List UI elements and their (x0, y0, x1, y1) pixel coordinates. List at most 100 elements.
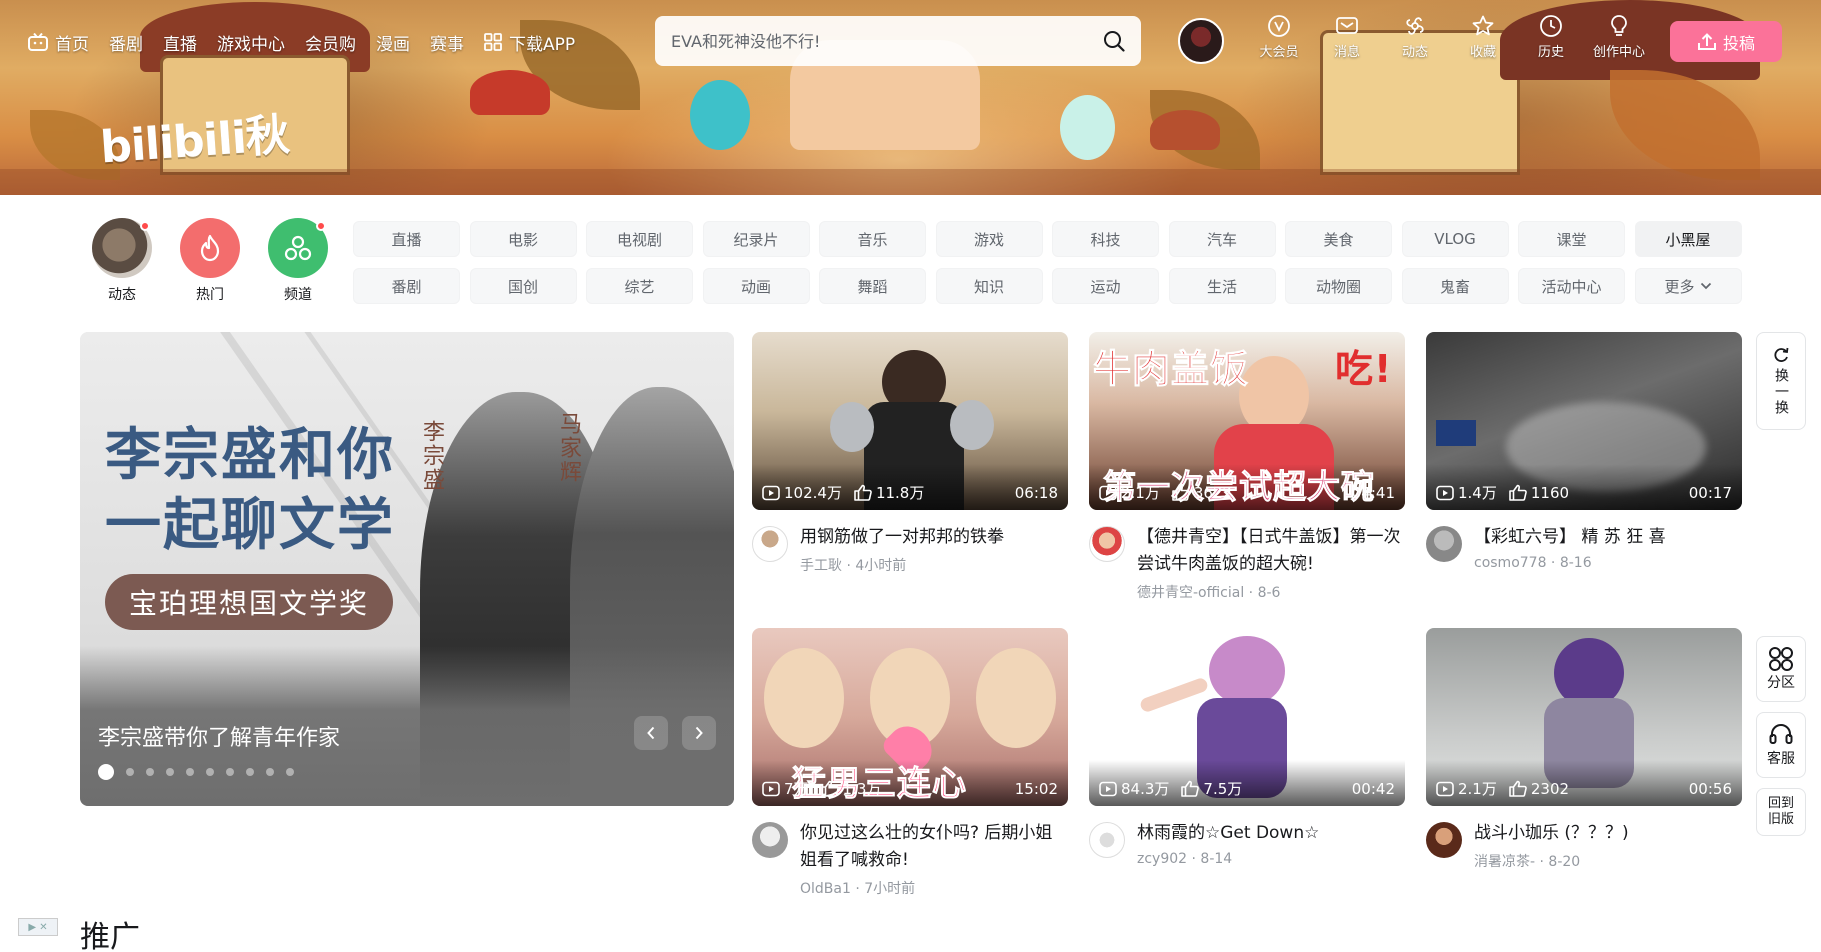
nav-item-mall[interactable]: 会员购 (305, 30, 356, 55)
quick-link-dynamic[interactable]: 动态 (78, 218, 166, 304)
like-count: 7.5万 (1181, 778, 1242, 799)
thumb-up-icon (1509, 780, 1527, 797)
video-meta[interactable]: OldBa1 · 7小时前 (800, 878, 1068, 898)
channel-vlog[interactable]: VLOG (1401, 221, 1509, 257)
carousel-dot[interactable] (126, 768, 134, 776)
carousel-dot[interactable] (98, 764, 114, 780)
nav-label: 番剧 (109, 34, 143, 55)
channel-tv[interactable]: 电视剧 (586, 221, 693, 257)
carousel-dot[interactable] (246, 768, 254, 776)
favorites-button[interactable]: 收藏 (1449, 14, 1517, 60)
channel-blackroom[interactable]: 小黑屋 (1634, 221, 1742, 257)
video-meta[interactable]: zcy902 · 8-14 (1137, 851, 1405, 867)
carousel-prev-button[interactable] (634, 716, 668, 750)
video-title[interactable]: 【德井青空】【日式牛盖饭】第一次尝试牛肉盖饭的超大碗! (1137, 524, 1405, 578)
play-count-icon (1099, 781, 1117, 796)
channel-food[interactable]: 美食 (1285, 221, 1392, 257)
video-thumbnail[interactable]: 1.4万 1160 00:17 (1426, 332, 1742, 510)
channel-movie[interactable]: 电影 (469, 221, 577, 257)
nav-item-anime[interactable]: 番剧 (109, 30, 143, 55)
channel-animals[interactable]: 动物圈 (1285, 268, 1392, 304)
uploader-avatar[interactable] (1426, 526, 1462, 562)
channel-more-dropdown[interactable]: 更多 (1634, 268, 1742, 304)
nav-item-live[interactable]: 直播 (163, 30, 197, 55)
channel-life[interactable]: 生活 (1168, 268, 1276, 304)
carousel-dot[interactable] (166, 768, 174, 776)
message-icon (1336, 17, 1358, 34)
quick-link-channel[interactable]: 频道 (254, 218, 342, 304)
customer-service-button[interactable]: 客服 (1756, 712, 1806, 778)
carousel-caption[interactable]: 李宗盛带你了解青年作家 (98, 720, 340, 752)
carousel-dot[interactable] (186, 768, 194, 776)
uploader-avatar[interactable] (752, 822, 788, 858)
channel-documentary[interactable]: 纪录片 (702, 221, 810, 257)
nav-item-game-center[interactable]: 游戏中心 (217, 30, 285, 55)
message-button[interactable]: 消息 (1313, 14, 1381, 60)
video-thumbnail[interactable]: 2.1万 2302 00:56 (1426, 628, 1742, 806)
video-title[interactable]: 林雨霞的☆Get Down☆ (1137, 820, 1405, 847)
video-title[interactable]: 【彩虹六号】 精 苏 狂 喜 (1474, 524, 1742, 551)
refresh-button[interactable]: 换一换 (1756, 332, 1806, 430)
old-version-button[interactable]: 回到旧版 (1756, 788, 1806, 836)
channel-class[interactable]: 课堂 (1518, 221, 1625, 257)
dynamic-icon (1406, 17, 1424, 35)
history-button[interactable]: 历史 (1517, 14, 1585, 60)
video-thumbnail[interactable]: 102.4万 11.8万 06:18 (752, 332, 1068, 510)
channel-animation[interactable]: 动画 (702, 268, 810, 304)
channel-game[interactable]: 游戏 (935, 221, 1043, 257)
video-meta[interactable]: 德井青空-official · 8-6 (1137, 582, 1405, 602)
like-count-text: 1160 (1530, 483, 1570, 502)
video-meta[interactable]: 手工耿 · 4小时前 (800, 555, 1068, 575)
nav-item-esports[interactable]: 赛事 (430, 30, 464, 55)
creator-center-button[interactable]: 创作中心 (1585, 14, 1653, 60)
channel-car[interactable]: 汽车 (1168, 221, 1276, 257)
uploader-name: cosmo778 (1474, 555, 1547, 571)
nav-item-manga[interactable]: 漫画 (376, 30, 410, 55)
video-title[interactable]: 战斗小珈乐 (？？？) (1474, 820, 1742, 847)
dynamic-button[interactable]: 动态 (1381, 14, 1449, 60)
video-thumbnail[interactable]: 84.3万 7.5万 00:42 (1089, 628, 1405, 806)
zone-button[interactable]: 分区 (1756, 636, 1806, 702)
vip-button[interactable]: 大会员 (1245, 14, 1313, 60)
video-meta[interactable]: 消暑凉茶- · 8-20 (1474, 851, 1742, 871)
channel-live[interactable]: 直播 (353, 221, 460, 257)
channel-kichiku[interactable]: 鬼畜 (1401, 268, 1509, 304)
channel-music[interactable]: 音乐 (819, 221, 926, 257)
upload-button[interactable]: 投稿 (1670, 21, 1782, 62)
carousel-dot[interactable] (266, 768, 274, 776)
uploader-avatar[interactable] (1089, 822, 1125, 858)
channel-variety[interactable]: 综艺 (586, 268, 693, 304)
nav-item-download-app[interactable]: 下载APP (484, 30, 575, 55)
user-avatar[interactable] (1178, 18, 1224, 64)
nav-label: 赛事 (430, 34, 464, 55)
video-title[interactable]: 你见过这么壮的女仆吗? 后期小姐姐看了喊救命! (800, 820, 1068, 874)
carousel-dot[interactable] (226, 768, 234, 776)
video-meta[interactable]: cosmo778 · 8-16 (1474, 555, 1742, 571)
channel-bangumi[interactable]: 番剧 (353, 268, 460, 304)
nav-item-home[interactable]: 首页 (28, 30, 89, 55)
channel-activity-center[interactable]: 活动中心 (1518, 268, 1625, 304)
search-input[interactable] (671, 31, 1101, 51)
view-count-text: 7万 (784, 780, 809, 798)
channel-guochuang[interactable]: 国创 (469, 268, 577, 304)
uploader-avatar[interactable] (752, 526, 788, 562)
video-thumbnail[interactable]: 猛男三连心 7万 1.3万 15:02 (752, 628, 1068, 806)
uploader-avatar[interactable] (1426, 822, 1462, 858)
carousel-dot[interactable] (146, 768, 154, 776)
star-icon (1472, 15, 1494, 36)
video-title[interactable]: 用钢筋做了一对邦邦的铁拳 (800, 524, 1068, 551)
carousel-dot[interactable] (206, 768, 214, 776)
uploader-avatar[interactable] (1089, 526, 1125, 562)
quick-link-hot[interactable]: 热门 (166, 218, 254, 304)
like-count: 3622 (1172, 484, 1232, 502)
carousel-next-button[interactable] (682, 716, 716, 750)
channel-dance[interactable]: 舞蹈 (819, 268, 926, 304)
bilibili-logo[interactable]: bilibili秋 (98, 99, 291, 176)
channel-tech[interactable]: 科技 (1052, 221, 1159, 257)
channel-sports[interactable]: 运动 (1052, 268, 1159, 304)
video-thumbnail[interactable]: 牛肉盖饭 吃! 第一次尝试超大碗 2.1万 3622 04:41 (1089, 332, 1405, 510)
carousel-dot[interactable] (286, 768, 294, 776)
hero-carousel[interactable]: 李宗盛和你 一起聊文学 李宗盛 马家辉 宝珀理想国文学奖 李宗盛带你了解青年作家 (80, 332, 734, 806)
search-icon[interactable] (1101, 28, 1127, 54)
channel-knowledge[interactable]: 知识 (935, 268, 1043, 304)
